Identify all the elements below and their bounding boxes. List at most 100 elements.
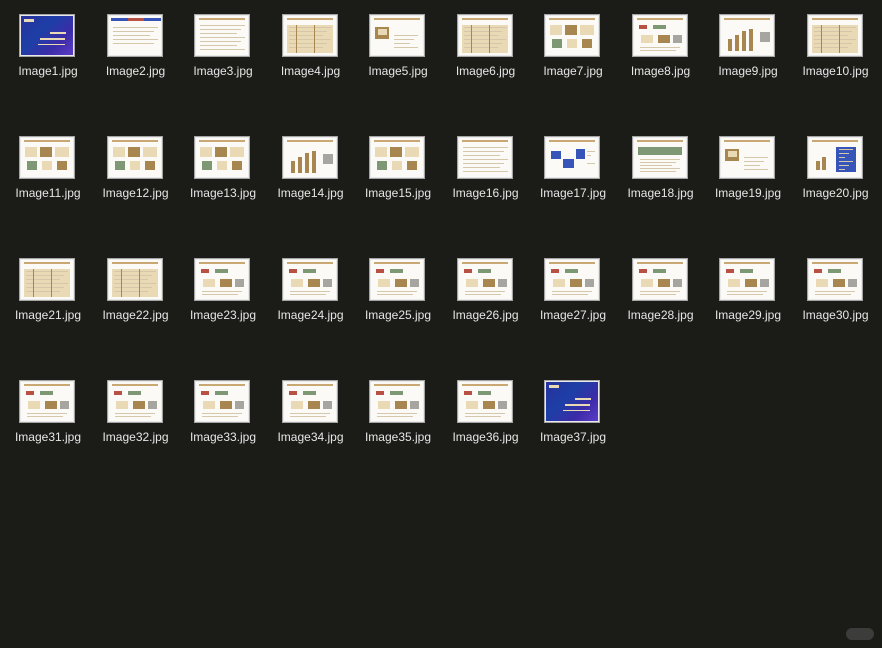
file-name-label[interactable]: Image32.jpg [92, 429, 180, 445]
image-icon[interactable] [631, 258, 688, 301]
image-icon[interactable] [719, 258, 775, 301]
file-item[interactable]: Image9.jpg [704, 0, 792, 110]
image-icon[interactable] [456, 136, 513, 179]
image-icon[interactable] [719, 136, 775, 179]
file-name-label[interactable]: Image29.jpg [704, 307, 792, 323]
file-name-label[interactable]: Image23.jpg [179, 307, 267, 323]
image-icon[interactable] [281, 380, 338, 423]
file-name-label[interactable]: Image9.jpg [704, 63, 792, 79]
file-item[interactable]: Image29.jpg [704, 244, 792, 354]
image-icon[interactable] [281, 258, 338, 301]
image-icon[interactable] [719, 14, 775, 57]
file-name-label[interactable]: Image14.jpg [267, 185, 355, 201]
file-name-label[interactable]: Image18.jpg [617, 185, 705, 201]
image-icon[interactable] [456, 380, 513, 423]
image-icon[interactable] [194, 258, 250, 301]
file-item[interactable]: Image27.jpg [529, 244, 617, 354]
file-item[interactable]: Image33.jpg [179, 366, 267, 476]
file-item[interactable]: Image32.jpg [92, 366, 180, 476]
file-item[interactable]: Image13.jpg [179, 122, 267, 232]
file-item[interactable]: Image10.jpg [792, 0, 880, 110]
file-name-label[interactable]: Image12.jpg [92, 185, 180, 201]
image-icon[interactable] [194, 136, 250, 179]
file-name-label[interactable]: Image36.jpg [442, 429, 530, 445]
file-item[interactable]: Image8.jpg [617, 0, 705, 110]
file-item[interactable]: Image1.jpg [4, 0, 92, 110]
file-item[interactable]: Image25.jpg [354, 244, 442, 354]
file-name-label[interactable]: Image4.jpg [267, 63, 355, 79]
file-item[interactable]: Image28.jpg [617, 244, 705, 354]
file-item[interactable]: Image36.jpg [442, 366, 530, 476]
image-icon[interactable] [194, 380, 250, 423]
file-name-label[interactable]: Image8.jpg [617, 63, 705, 79]
image-icon[interactable] [544, 14, 600, 57]
image-icon[interactable] [106, 258, 163, 301]
file-item[interactable]: Image31.jpg [4, 366, 92, 476]
image-icon[interactable] [631, 136, 688, 179]
image-icon[interactable] [19, 14, 75, 57]
image-icon[interactable] [631, 14, 688, 57]
file-item[interactable]: Image15.jpg [354, 122, 442, 232]
file-name-label[interactable]: Image17.jpg [529, 185, 617, 201]
image-icon[interactable] [544, 380, 600, 423]
image-icon[interactable] [806, 258, 863, 301]
image-icon[interactable] [281, 136, 338, 179]
file-name-label[interactable]: Image7.jpg [529, 63, 617, 79]
file-name-label[interactable]: Image22.jpg [92, 307, 180, 323]
file-item[interactable]: Image34.jpg [267, 366, 355, 476]
image-icon[interactable] [194, 14, 250, 57]
image-icon[interactable] [544, 136, 600, 179]
image-icon[interactable] [19, 136, 75, 179]
file-name-label[interactable]: Image19.jpg [704, 185, 792, 201]
image-icon[interactable] [456, 258, 513, 301]
file-item[interactable]: Image37.jpg [529, 366, 617, 476]
file-name-label[interactable]: Image5.jpg [354, 63, 442, 79]
file-name-label[interactable]: Image20.jpg [792, 185, 880, 201]
file-name-label[interactable]: Image2.jpg [92, 63, 180, 79]
file-name-label[interactable]: Image25.jpg [354, 307, 442, 323]
file-item[interactable]: Image20.jpg [792, 122, 880, 232]
image-icon[interactable] [369, 14, 425, 57]
file-item[interactable]: Image6.jpg [442, 0, 530, 110]
file-item[interactable]: Image11.jpg [4, 122, 92, 232]
image-icon[interactable] [106, 136, 163, 179]
file-item[interactable]: Image3.jpg [179, 0, 267, 110]
image-icon[interactable] [19, 380, 75, 423]
file-name-label[interactable]: Image26.jpg [442, 307, 530, 323]
image-icon[interactable] [369, 258, 425, 301]
file-name-label[interactable]: Image10.jpg [792, 63, 880, 79]
file-item[interactable]: Image26.jpg [442, 244, 530, 354]
image-icon[interactable] [106, 380, 163, 423]
file-name-label[interactable]: Image37.jpg [529, 429, 617, 445]
file-item[interactable]: Image19.jpg [704, 122, 792, 232]
file-name-label[interactable]: Image11.jpg [4, 185, 92, 201]
file-name-label[interactable]: Image28.jpg [617, 307, 705, 323]
file-name-label[interactable]: Image27.jpg [529, 307, 617, 323]
file-item[interactable]: Image5.jpg [354, 0, 442, 110]
file-item[interactable]: Image14.jpg [267, 122, 355, 232]
image-icon[interactable] [19, 258, 75, 301]
file-item[interactable]: Image35.jpg [354, 366, 442, 476]
image-icon[interactable] [369, 136, 425, 179]
file-item[interactable]: Image21.jpg [4, 244, 92, 354]
image-icon[interactable] [369, 380, 425, 423]
image-icon[interactable] [281, 14, 338, 57]
file-name-label[interactable]: Image6.jpg [442, 63, 530, 79]
file-name-label[interactable]: Image34.jpg [267, 429, 355, 445]
file-name-label[interactable]: Image1.jpg [4, 63, 92, 79]
image-icon[interactable] [806, 14, 863, 57]
file-name-label[interactable]: Image30.jpg [792, 307, 880, 323]
image-icon[interactable] [456, 14, 513, 57]
file-item[interactable]: Image17.jpg [529, 122, 617, 232]
file-name-label[interactable]: Image21.jpg [4, 307, 92, 323]
file-item[interactable]: Image18.jpg [617, 122, 705, 232]
file-name-label[interactable]: Image16.jpg [442, 185, 530, 201]
file-name-label[interactable]: Image31.jpg [4, 429, 92, 445]
file-name-label[interactable]: Image3.jpg [179, 63, 267, 79]
file-name-label[interactable]: Image35.jpg [354, 429, 442, 445]
file-name-label[interactable]: Image24.jpg [267, 307, 355, 323]
file-item[interactable]: Image4.jpg [267, 0, 355, 110]
image-icon[interactable] [106, 14, 163, 57]
file-item[interactable]: Image24.jpg [267, 244, 355, 354]
file-item[interactable]: Image23.jpg [179, 244, 267, 354]
